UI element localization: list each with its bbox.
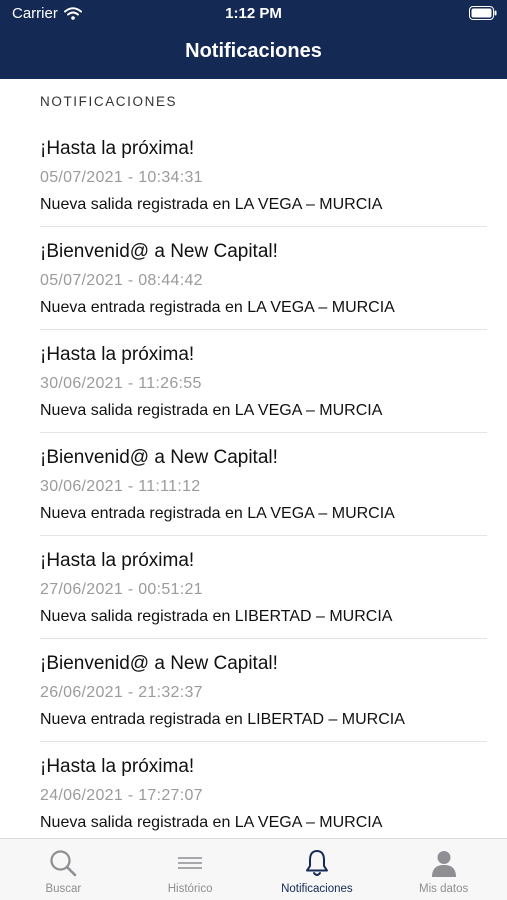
notification-date: 05/07/2021 - 08:44:42 <box>40 272 203 289</box>
notification-date: 24/06/2021 - 17:27:07 <box>40 787 203 804</box>
bell-icon <box>305 850 328 876</box>
notification-title: ¡Bienvenid@ a New Capital! <box>40 447 278 468</box>
notification-body: Nueva entrada registrada en LA VEGA – MU… <box>40 505 395 522</box>
tab-label: Mis datos <box>419 883 469 895</box>
tab-notificaciones[interactable]: Notificaciones <box>254 839 381 900</box>
notification-item[interactable]: ¡Bienvenid@ a New Capital! 30/06/2021 - … <box>40 433 487 536</box>
battery-icon <box>469 6 497 20</box>
tab-mis-datos[interactable]: Mis datos <box>380 839 507 900</box>
notification-item[interactable]: ¡Hasta la próxima! 27/06/2021 - 00:51:21… <box>40 536 487 639</box>
notification-item[interactable]: ¡Bienvenid@ a New Capital! 05/07/2021 - … <box>40 227 487 330</box>
search-icon <box>50 850 77 877</box>
navigation-bar: Carrier 1:12 PM Notificaciones <box>0 0 507 79</box>
notification-item[interactable]: ¡Bienvenid@ a New Capital! 26/06/2021 - … <box>40 639 487 742</box>
notification-body: Nueva salida registrada en LIBERTAD – MU… <box>40 608 393 625</box>
notification-body: Nueva salida registrada en LA VEGA – MUR… <box>40 814 383 831</box>
notification-body: Nueva entrada registrada en LA VEGA – MU… <box>40 299 395 316</box>
notification-title: ¡Hasta la próxima! <box>40 756 195 777</box>
tab-label: Notificaciones <box>281 883 353 895</box>
tab-buscar[interactable]: Buscar <box>0 839 127 900</box>
notification-date: 27/06/2021 - 00:51:21 <box>40 581 203 598</box>
notification-date: 26/06/2021 - 21:32:37 <box>40 684 203 701</box>
notification-item[interactable]: ¡Hasta la próxima! 05/07/2021 - 10:34:31… <box>40 124 487 227</box>
notification-date: 05/07/2021 - 10:34:31 <box>40 169 203 186</box>
page-title: Notificaciones <box>185 40 322 62</box>
notification-title: ¡Hasta la próxima! <box>40 344 195 365</box>
tab-historico[interactable]: Histórico <box>127 839 254 900</box>
notification-body: Nueva salida registrada en LA VEGA – MUR… <box>40 402 383 419</box>
notification-title: ¡Hasta la próxima! <box>40 138 195 159</box>
person-icon <box>431 851 456 877</box>
notification-body: Nueva salida registrada en LA VEGA – MUR… <box>40 196 383 213</box>
notifications-list[interactable]: ¡Hasta la próxima! 05/07/2021 - 10:34:31… <box>0 124 507 838</box>
notification-title: ¡Hasta la próxima! <box>40 550 195 571</box>
notification-title: ¡Bienvenid@ a New Capital! <box>40 241 278 262</box>
notification-item[interactable]: ¡Hasta la próxima! 30/06/2021 - 11:26:55… <box>40 330 487 433</box>
notification-date: 30/06/2021 - 11:11:12 <box>40 478 201 495</box>
tab-label: Buscar <box>45 883 82 895</box>
tab-label: Histórico <box>167 883 213 895</box>
list-icon <box>178 857 203 869</box>
notification-date: 30/06/2021 - 11:26:55 <box>40 375 202 392</box>
notification-item[interactable]: ¡Hasta la próxima! 24/06/2021 - 17:27:07… <box>40 742 487 838</box>
section-header: NOTIFICACIONES <box>40 94 178 109</box>
tab-bar: Buscar Histórico Notificaciones Mis dato… <box>0 838 507 900</box>
notification-title: ¡Bienvenid@ a New Capital! <box>40 653 278 674</box>
notification-body: Nueva entrada registrada en LIBERTAD – M… <box>40 711 405 728</box>
status-time: 1:12 PM <box>225 5 282 22</box>
status-bar: Carrier 1:12 PM <box>0 0 507 30</box>
